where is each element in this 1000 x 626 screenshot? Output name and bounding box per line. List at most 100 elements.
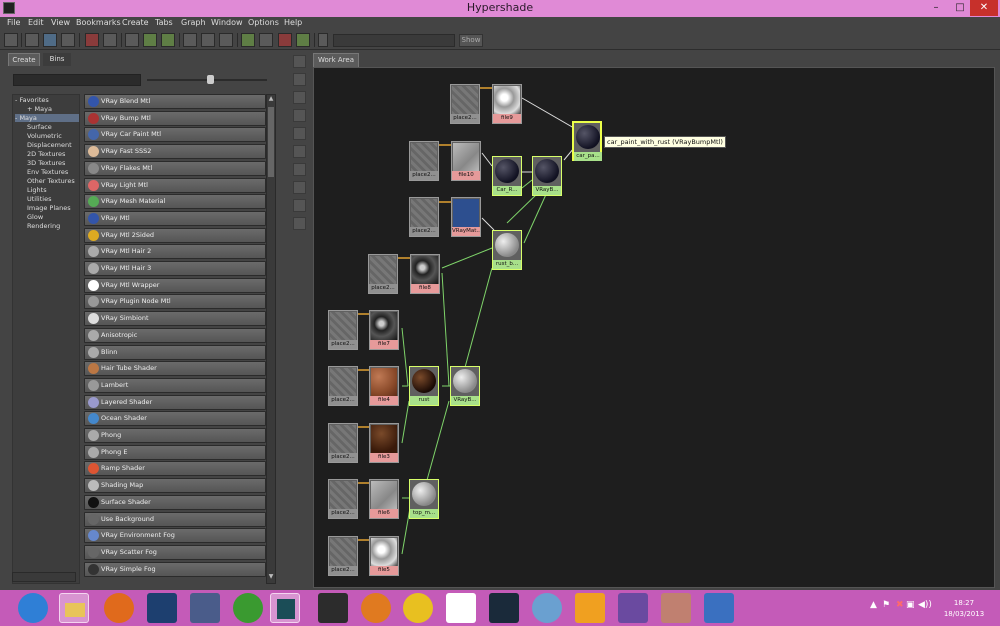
tree-item[interactable]: Other Textures xyxy=(27,177,75,185)
tree-item[interactable]: Env Textures xyxy=(27,168,68,176)
tree-item[interactable]: - Favorites xyxy=(15,96,49,104)
side-tool-icon[interactable] xyxy=(293,91,306,104)
collapse-icon[interactable]: - xyxy=(15,96,17,104)
graph-materials-icon[interactable] xyxy=(143,33,157,47)
expand-icon[interactable]: + xyxy=(27,105,32,113)
node-type-button[interactable]: Surface Shader xyxy=(84,494,266,510)
node-type-button[interactable]: Phong xyxy=(84,428,266,443)
tray-network-icon[interactable]: ✖ xyxy=(896,600,904,610)
graph-node-file6[interactable]: file6 xyxy=(369,479,399,519)
radiation-app-icon[interactable] xyxy=(403,593,433,623)
node-type-button[interactable]: VRay Environment Fog xyxy=(84,528,266,544)
graph-node-car-pa[interactable]: car_pa... xyxy=(572,121,602,161)
search-options-icon[interactable] xyxy=(318,33,328,47)
internet-explorer-icon[interactable] xyxy=(18,593,48,623)
node-type-button[interactable]: Use Background xyxy=(84,511,266,527)
graph-node-file5[interactable]: file5 xyxy=(369,536,399,576)
graph-node-vrayb-top[interactable]: VRayB... xyxy=(532,156,562,196)
tree-item[interactable]: Image Planes xyxy=(27,204,71,212)
node-type-button[interactable]: VRay Plugin Node Mtl xyxy=(84,294,266,310)
graph-node-file8[interactable]: file8 xyxy=(410,254,440,294)
menu-help[interactable]: Help xyxy=(284,18,302,27)
node-type-button[interactable]: VRay Simbiont xyxy=(84,311,266,327)
tree-item[interactable]: Utilities xyxy=(27,195,51,203)
graph-node-place-a[interactable]: place2... xyxy=(450,84,480,124)
minimize-button[interactable]: – xyxy=(924,0,948,16)
output-connections-icon[interactable] xyxy=(219,33,233,47)
node-type-button[interactable]: Blinn xyxy=(84,344,266,360)
menu-create[interactable]: Create xyxy=(122,18,149,27)
layout-split-icon[interactable] xyxy=(43,33,57,47)
node-type-button[interactable]: VRay Mesh Material xyxy=(84,194,266,210)
graph-node-top-m[interactable]: top_m... xyxy=(409,479,439,519)
firefox-icon[interactable] xyxy=(104,593,134,623)
menu-window[interactable]: Window xyxy=(211,18,243,27)
taskbar-clock[interactable]: 18:27 18/03/2013 xyxy=(936,598,992,620)
side-tool-icon[interactable] xyxy=(293,181,306,194)
graph-node-rust[interactable]: rust xyxy=(409,366,439,406)
visual-studio-icon[interactable] xyxy=(618,593,648,623)
maya-taskbar-icon[interactable] xyxy=(270,593,300,623)
tab-bins[interactable]: Bins xyxy=(43,53,71,66)
menu-options[interactable]: Options xyxy=(248,18,279,27)
node-type-button[interactable]: VRay Blend Mtl xyxy=(84,94,266,109)
tree-item[interactable]: Displacement xyxy=(27,141,72,149)
menu-file[interactable]: File xyxy=(7,18,20,27)
toggle-panel-icon[interactable] xyxy=(4,33,18,47)
photoshop-icon[interactable] xyxy=(147,593,177,623)
node-type-button[interactable]: VRay Simple Fog xyxy=(84,561,266,577)
rearrange-graph-icon[interactable] xyxy=(259,33,273,47)
node-type-button[interactable]: Shading Map xyxy=(84,478,266,494)
pick-icon[interactable] xyxy=(125,33,139,47)
work-area-graph[interactable]: place2... file9 place2... file10 Car_R... VRa… xyxy=(313,67,995,588)
tab-create[interactable]: Create xyxy=(8,53,40,66)
graph-node-vrayb-mid[interactable]: VRayB... xyxy=(450,366,480,406)
avatar-app-icon[interactable] xyxy=(661,593,691,623)
maximize-button[interactable]: □ xyxy=(948,0,972,16)
menu-bookmarks[interactable]: Bookmarks xyxy=(76,18,121,27)
graph-node-place-i[interactable]: place2... xyxy=(328,536,358,576)
collapse-icon[interactable]: - xyxy=(15,114,17,122)
toggle-swatches-icon[interactable] xyxy=(241,33,255,47)
graph-node-place-h[interactable]: place2... xyxy=(328,479,358,519)
node-type-button[interactable]: Ocean Shader xyxy=(84,411,266,427)
search-field[interactable] xyxy=(333,34,455,47)
side-tool-icon[interactable] xyxy=(293,145,306,158)
menu-graph[interactable]: Graph xyxy=(181,18,206,27)
tab-work-area[interactable]: Work Area xyxy=(313,53,359,67)
side-tool-icon[interactable] xyxy=(293,163,306,176)
node-type-button[interactable]: VRay Mtl Hair 3 xyxy=(84,261,266,276)
menu-tabs[interactable]: Tabs xyxy=(155,18,173,27)
graph-network-icon[interactable] xyxy=(161,33,175,47)
input-output-connections-icon[interactable] xyxy=(201,33,215,47)
green-app-icon[interactable] xyxy=(233,593,263,623)
filter-input[interactable] xyxy=(13,74,141,86)
node-type-button[interactable]: Ramp Shader xyxy=(84,461,266,477)
graph-node-place-d[interactable]: place2... xyxy=(368,254,398,294)
input-connections-icon[interactable] xyxy=(183,33,197,47)
side-tool-icon[interactable] xyxy=(293,199,306,212)
graph-node-car-r[interactable]: Car_R... xyxy=(492,156,522,196)
node-type-button[interactable]: VRay Mtl 2Sided xyxy=(84,227,266,243)
layout-top-icon[interactable] xyxy=(25,33,39,47)
show-button[interactable]: Show xyxy=(459,34,483,47)
node-type-button[interactable]: Layered Shader xyxy=(84,394,266,410)
clear-graph-icon[interactable] xyxy=(103,33,117,47)
node-type-button[interactable]: VRay Mtl xyxy=(84,210,266,226)
node-type-button[interactable]: Hair Tube Shader xyxy=(84,361,266,377)
network-app-icon[interactable] xyxy=(704,593,734,623)
node-type-button[interactable]: Lambert xyxy=(84,377,266,393)
graph-node-file7[interactable]: file7 xyxy=(369,310,399,350)
7zip-icon[interactable] xyxy=(446,593,476,623)
side-tool-icon[interactable] xyxy=(293,217,306,230)
nuke-icon[interactable] xyxy=(318,593,348,623)
node-type-button[interactable]: VRay Bump Mtl xyxy=(84,110,266,126)
scrollbar-thumb[interactable] xyxy=(268,107,274,177)
tree-item[interactable]: Lights xyxy=(27,186,47,194)
file-explorer-icon[interactable] xyxy=(59,593,89,623)
tree-item[interactable]: - Maya xyxy=(15,114,79,122)
tree-item[interactable]: 2D Textures xyxy=(27,150,65,158)
layout-bottom-icon[interactable] xyxy=(61,33,75,47)
puzzle-app-icon[interactable] xyxy=(575,593,605,623)
side-tool-icon[interactable] xyxy=(293,55,306,68)
